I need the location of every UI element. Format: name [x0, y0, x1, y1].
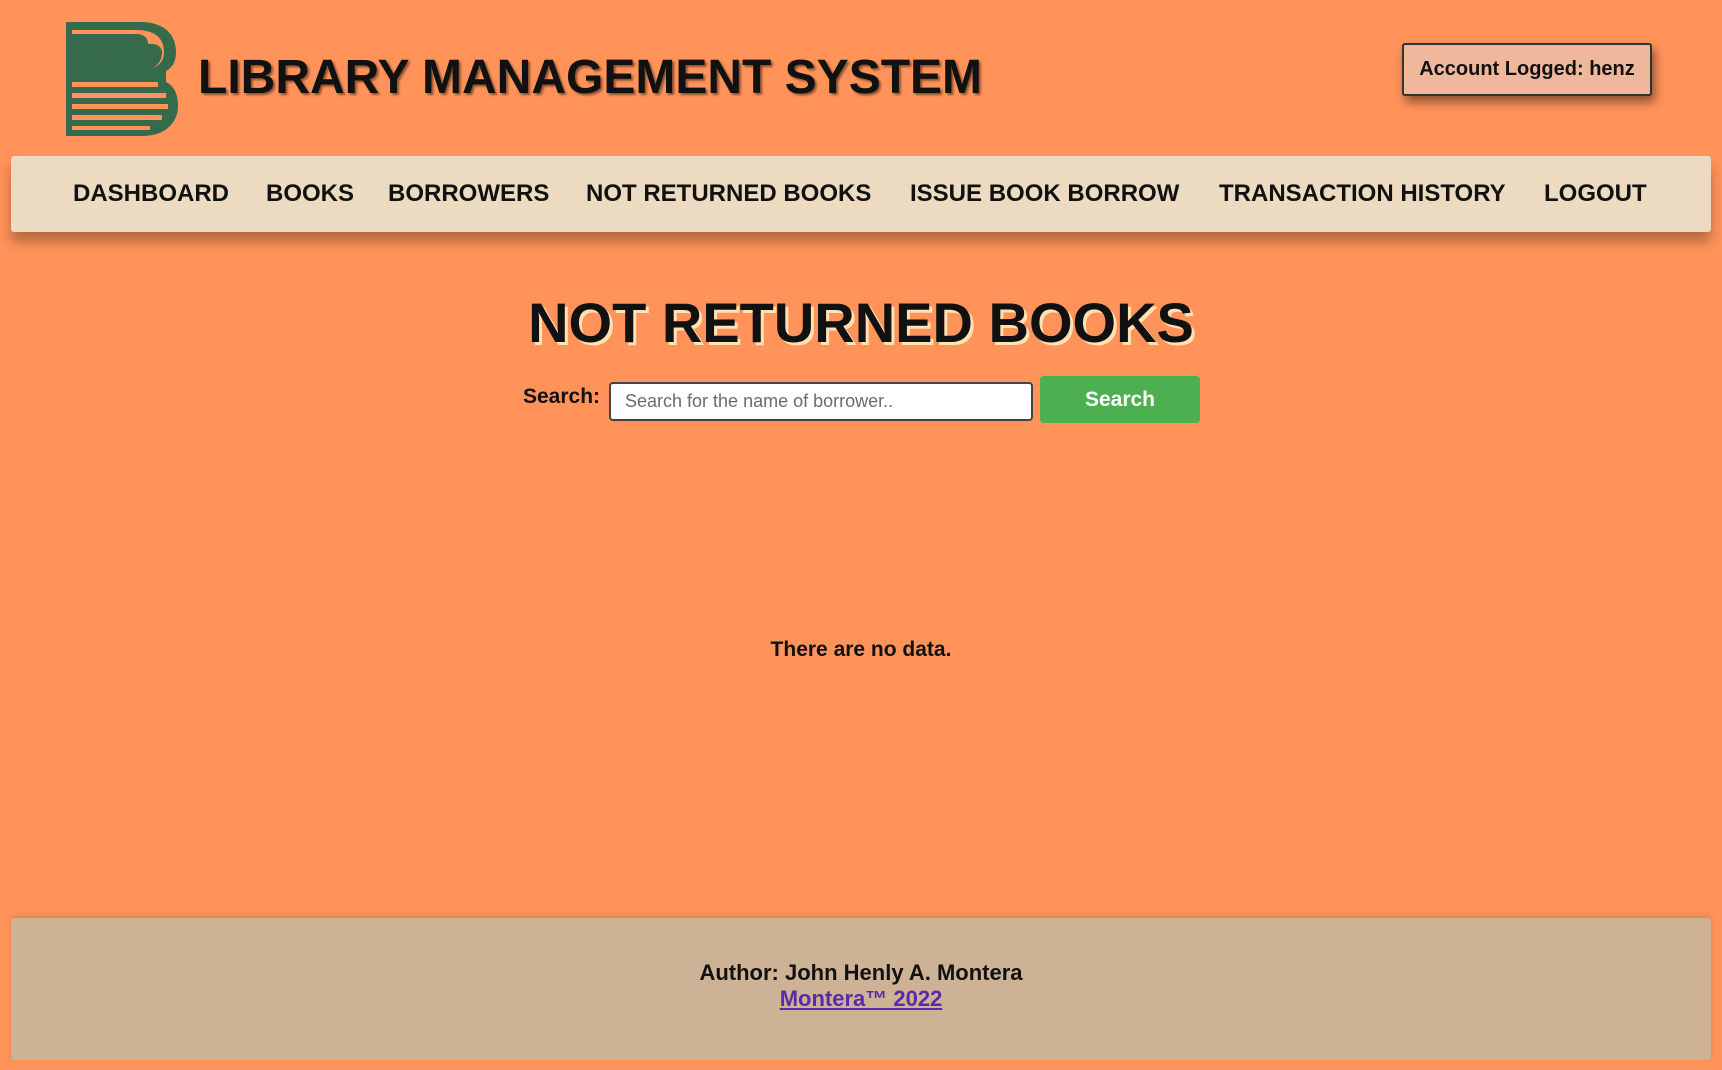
app-title: LIBRARY MANAGEMENT SYSTEM — [198, 51, 983, 104]
header: LIBRARY MANAGEMENT SYSTEM Account Logged… — [0, 0, 1722, 155]
page-title: NOT RETURNED BOOKS — [528, 291, 1194, 354]
nav-item-issue-book-borrow[interactable]: ISSUE BOOK BORROW — [910, 156, 1179, 232]
nav-item-borrowers[interactable]: BORROWERS — [388, 156, 549, 232]
nav-item-not-returned-books[interactable]: NOT RETURNED BOOKS — [586, 156, 871, 232]
empty-state-message: There are no data. — [770, 638, 952, 661]
footer-author: Author: John Henly A. Montera — [699, 960, 1023, 985]
search-label: Search: — [523, 385, 601, 408]
main-navigation: DASHBOARD BOOKS BORROWERS NOT RETURNED B… — [11, 156, 1711, 232]
account-status-badge: Account Logged: henz — [1402, 43, 1652, 96]
library-logo-icon — [66, 22, 178, 136]
copyright-link[interactable]: Montera™ 2022 — [780, 986, 943, 1011]
footer: Author: John Henly A. Montera Montera™ 2… — [11, 918, 1711, 1060]
nav-item-dashboard[interactable]: DASHBOARD — [73, 156, 229, 232]
search-button[interactable]: Search — [1040, 376, 1200, 423]
footer-copyright: Montera™ 2022 — [11, 986, 1711, 1012]
nav-item-transaction-history[interactable]: TRANSACTION HISTORY — [1219, 156, 1506, 232]
search-input[interactable] — [609, 382, 1033, 421]
nav-item-books[interactable]: BOOKS — [266, 156, 354, 232]
nav-item-logout[interactable]: LOGOUT — [1544, 156, 1647, 232]
